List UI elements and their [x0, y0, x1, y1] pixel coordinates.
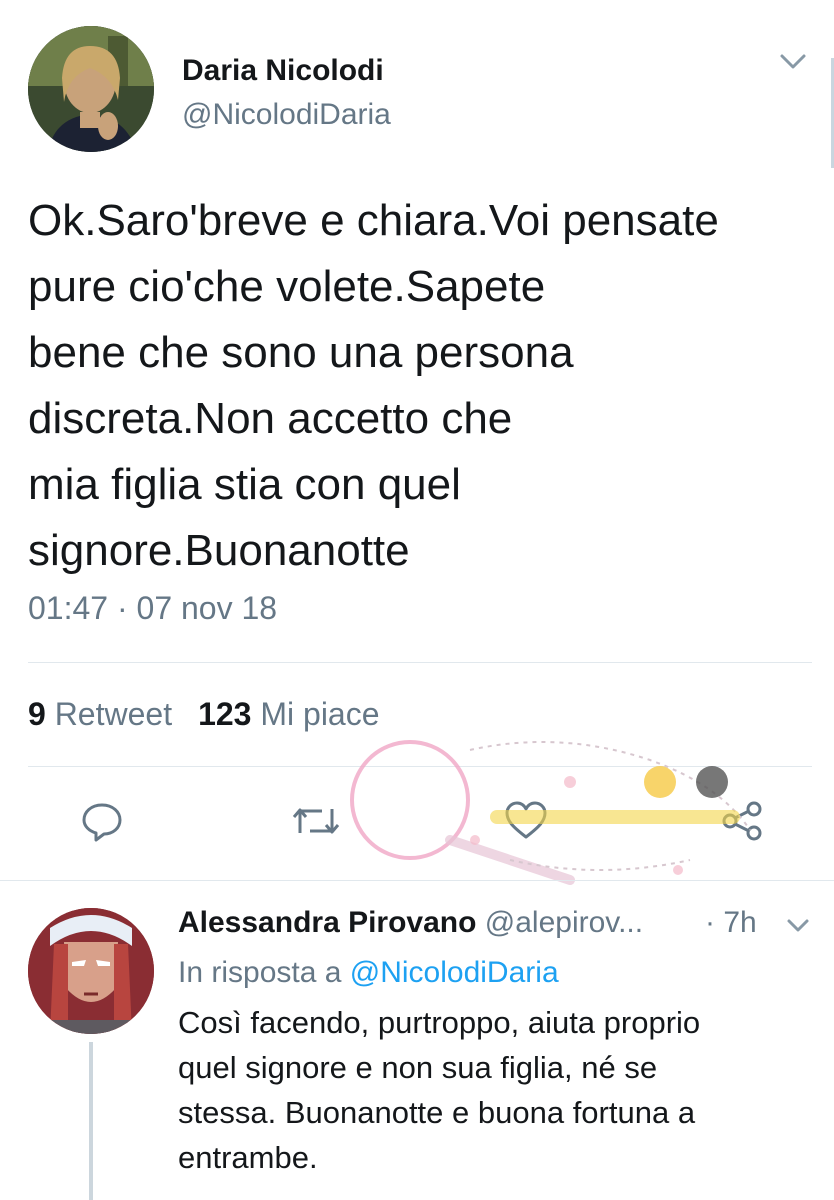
divider	[28, 766, 812, 767]
tweet-header: Daria Nicolodi @NicolodiDaria	[28, 26, 818, 156]
tweet-text-line: signore.Buonanotte	[28, 526, 410, 575]
avatar[interactable]	[28, 908, 154, 1034]
tweet-text-line: Ok.Saro'breve e chiara.Voi pensate	[28, 196, 719, 245]
reply-tweet[interactable]: Alessandra Pirovano @alepirov... · 7h In…	[0, 890, 834, 1200]
reply-text-line: stessa. Buonanotte e buona fortuna a	[178, 1095, 696, 1130]
reply-author-handle[interactable]: @alepirov...	[485, 906, 643, 939]
retweet-icon	[292, 799, 340, 848]
share-button[interactable]	[716, 795, 768, 851]
tweet-text-line: discreta.Non accetto che	[28, 394, 513, 443]
divider	[28, 662, 812, 663]
reply-context-prefix: In risposta a	[178, 956, 342, 989]
reply-text-line: entrambe.	[178, 1140, 318, 1175]
reply-header: Alessandra Pirovano @alepirov...	[178, 906, 643, 940]
reply-button[interactable]	[76, 795, 128, 851]
tweet-actions	[0, 795, 834, 851]
reply-author-name[interactable]: Alessandra Pirovano	[178, 906, 476, 939]
reply-text-line: Così facendo, purtroppo, aiuta proprio	[178, 1005, 701, 1040]
retweet-count: 9	[28, 696, 46, 732]
retweet-label: Retweet	[54, 696, 173, 732]
author-name[interactable]: Daria Nicolodi	[182, 54, 384, 88]
like-stat[interactable]: 123 Mi piace	[198, 696, 379, 732]
divider	[0, 880, 834, 881]
tweet-text-line: bene che sono una persona	[28, 328, 574, 377]
author-handle[interactable]: @NicolodiDaria	[182, 98, 391, 132]
thread-line	[89, 1042, 93, 1200]
reply-timestamp[interactable]: · 7h	[705, 906, 757, 940]
reply-text: Così facendo, purtroppo, aiuta proprio q…	[178, 1000, 798, 1180]
reply-text-line: quel signore e non sua figlia, né se	[178, 1050, 658, 1085]
tweet-text: Ok.Saro'breve e chiara.Voi pensate pure …	[28, 188, 818, 584]
like-label: Mi piace	[260, 696, 380, 732]
tweet-stats: 9 Retweet 123 Mi piace	[28, 696, 380, 733]
like-button[interactable]	[500, 795, 552, 851]
tweet-timestamp[interactable]: 01:47 · 07 nov 18	[28, 590, 277, 627]
chevron-down-icon[interactable]	[778, 52, 808, 72]
retweet-button[interactable]	[290, 795, 342, 851]
share-icon	[720, 799, 764, 848]
tweet-text-line: mia figlia stia con quel	[28, 460, 461, 509]
reply-icon	[80, 799, 124, 848]
like-count: 123	[198, 696, 252, 732]
retweet-stat[interactable]: 9 Retweet	[28, 696, 172, 732]
avatar[interactable]	[28, 26, 154, 152]
like-icon	[503, 799, 549, 848]
reply-context-mention[interactable]: @NicolodiDaria	[350, 956, 559, 989]
reply-context: In risposta a @NicolodiDaria	[178, 956, 559, 990]
chevron-down-icon[interactable]	[786, 918, 810, 934]
tweet-text-line: pure cio'che volete.Sapete	[28, 262, 546, 311]
